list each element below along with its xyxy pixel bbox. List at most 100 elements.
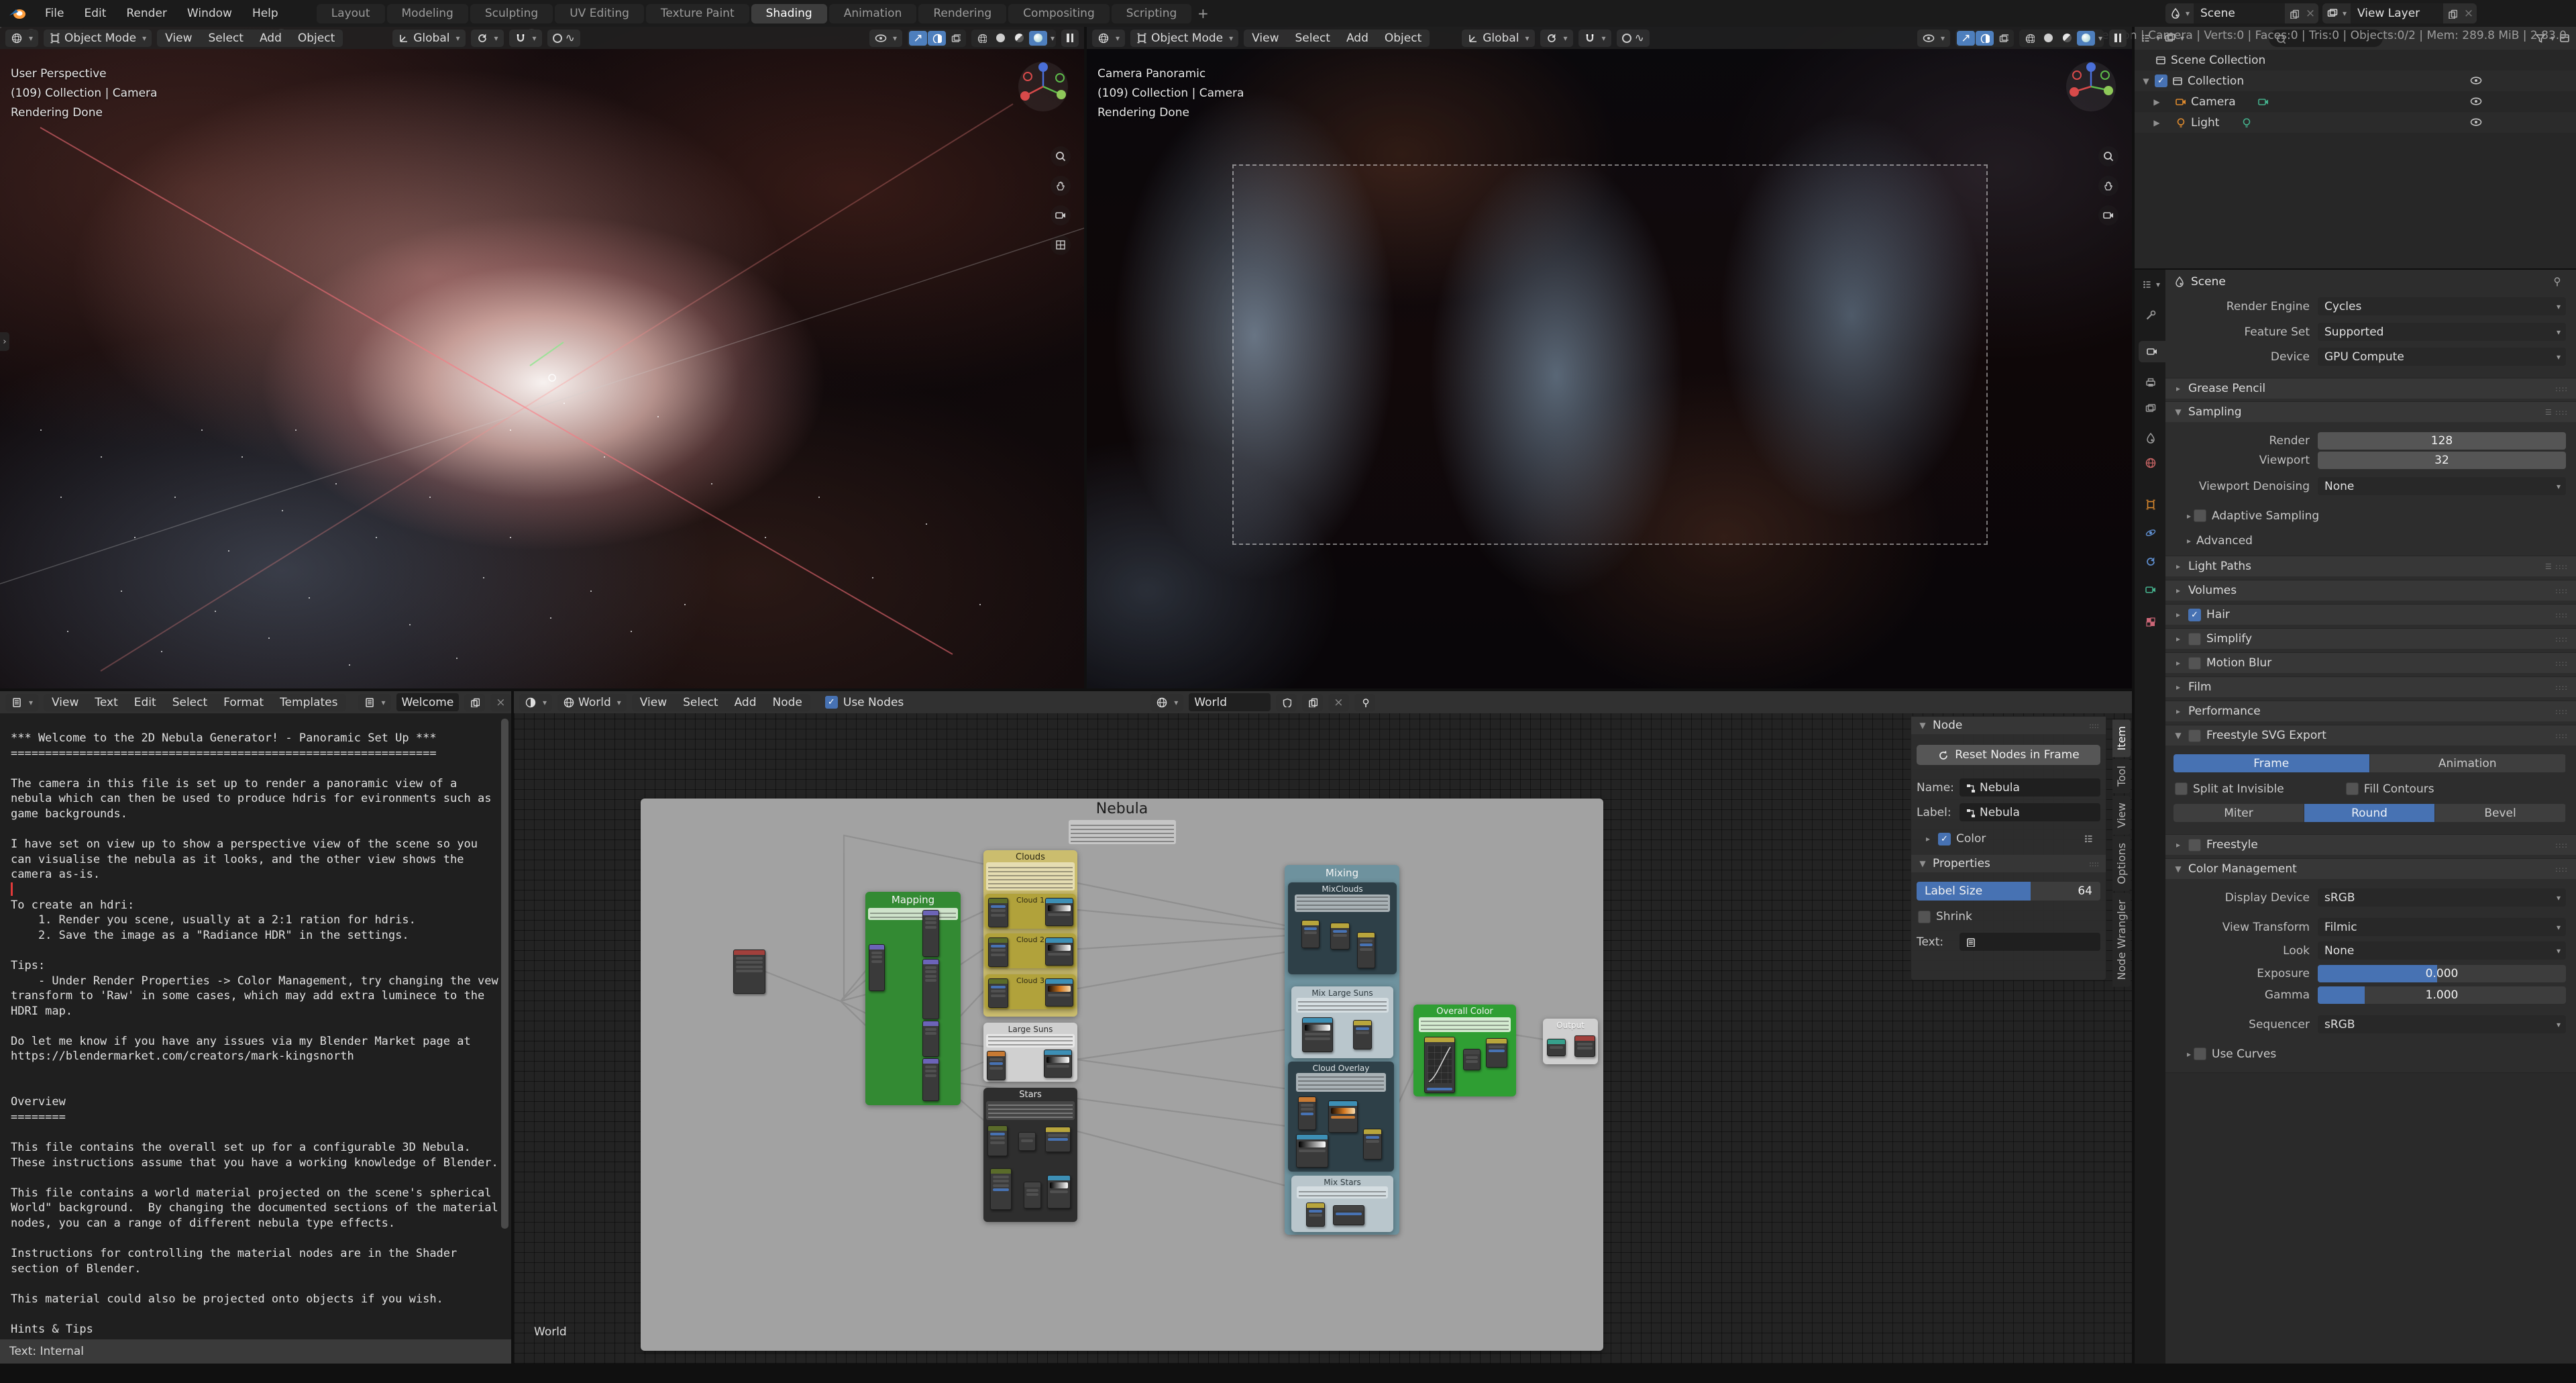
- shrink-checkbox[interactable]: [1918, 911, 1931, 923]
- render-engine-dropdown[interactable]: Cycles▾: [2318, 297, 2566, 315]
- move-view-icon[interactable]: [2098, 176, 2118, 196]
- snap-dropdown[interactable]: ▾: [509, 30, 542, 47]
- look-dropdown[interactable]: None▾: [2318, 941, 2566, 960]
- node-colorramp[interactable]: [1328, 1100, 1358, 1133]
- text-menu-item[interactable]: Select: [164, 696, 215, 709]
- navigation-gizmo[interactable]: [1017, 60, 1069, 113]
- frame-mix-stars[interactable]: Mix Stars: [1291, 1176, 1393, 1232]
- panel-freestyle-svg[interactable]: ▼Freestyle SVG Export::::: [2165, 725, 2576, 746]
- shading-solid-icon[interactable]: [2039, 31, 2057, 46]
- outliner-row-light[interactable]: ▶ Light: [2135, 112, 2576, 133]
- viewport-menu-item[interactable]: View: [1244, 32, 1287, 45]
- node-noise-texture[interactable]: [988, 937, 1008, 967]
- node-panel-header[interactable]: ▼Node::::: [1911, 717, 2106, 734]
- topbar-menu-item[interactable]: Help: [242, 0, 288, 27]
- unlink-text-icon[interactable]: ×: [490, 694, 511, 711]
- viewport-menu-item[interactable]: Add: [1338, 32, 1377, 45]
- unlink-world-icon[interactable]: ×: [1328, 694, 1348, 711]
- exposure-slider[interactable]: 0.000: [2318, 965, 2566, 982]
- sequencer-dropdown[interactable]: sRGB▾: [2318, 1015, 2566, 1033]
- subpanel-advanced[interactable]: ▸Advanced: [2165, 531, 2566, 550]
- frame-large-suns[interactable]: Large Suns: [983, 1023, 1077, 1082]
- text-menu-item[interactable]: Edit: [126, 696, 164, 709]
- node-background[interactable]: [1547, 1039, 1566, 1056]
- frame-cloud-3[interactable]: Cloud 3: [985, 974, 1076, 1009]
- node-mix-rgb[interactable]: [1301, 920, 1320, 948]
- node-mix-rgb[interactable]: [1363, 1129, 1382, 1160]
- world-datablock-icon[interactable]: ▾: [1150, 694, 1183, 711]
- gizmos-toggle[interactable]: ↗: [1957, 31, 1975, 46]
- scene-name[interactable]: Scene: [2194, 3, 2285, 23]
- color-checkbox[interactable]: ✓: [1938, 833, 1951, 846]
- shader-menu-item[interactable]: Add: [727, 696, 765, 709]
- text-content[interactable]: *** Welcome to the 2D Nebula Generator! …: [0, 713, 511, 1339]
- mode-dropdown[interactable]: Object Mode▾: [1130, 30, 1238, 47]
- snap-dropdown[interactable]: ▾: [1578, 30, 1611, 47]
- node-voronoi-texture[interactable]: [987, 1051, 1006, 1080]
- frame-cloud-overlay[interactable]: Cloud Overlay: [1288, 1062, 1394, 1172]
- color-expand-icon[interactable]: ▸: [1923, 834, 1933, 843]
- panel-sampling[interactable]: ▼Sampling☰ ::::: [2165, 401, 2576, 422]
- blender-logo-icon[interactable]: [8, 6, 28, 21]
- shader-menu-item[interactable]: View: [632, 696, 675, 709]
- editor-divider[interactable]: [2132, 27, 2135, 1364]
- frame-cloud-2[interactable]: Cloud 2: [985, 933, 1076, 968]
- panel-performance[interactable]: ▸Performance::::: [2165, 701, 2576, 721]
- viewport-menu-item[interactable]: Object: [1377, 32, 1430, 45]
- tab-view-layer[interactable]: [2140, 398, 2161, 419]
- workspace-tab[interactable]: Scripting: [1112, 4, 1192, 23]
- properties-panel-header[interactable]: ▼Properties::::: [1911, 855, 2106, 872]
- viewport-menu-item[interactable]: Select: [1287, 32, 1338, 45]
- view-transform-dropdown[interactable]: Filmic▾: [2318, 918, 2566, 936]
- expand-icon[interactable]: ▼: [2141, 76, 2151, 86]
- frame-mix-large-suns[interactable]: Mix Large Suns: [1291, 986, 1393, 1058]
- outliner-row-collection[interactable]: ▼ ✓ Collection: [2135, 70, 2576, 91]
- node-noise-texture[interactable]: [988, 898, 1008, 927]
- node-noise-texture[interactable]: [990, 1168, 1012, 1210]
- bevel-button[interactable]: Bevel: [2435, 804, 2566, 822]
- workspace-tab[interactable]: UV Editing: [555, 4, 644, 23]
- pivot-dropdown[interactable]: ▾: [1540, 30, 1573, 47]
- expand-icon[interactable]: ▶: [2141, 118, 2161, 127]
- viewport-denoising-dropdown[interactable]: None▾: [2318, 477, 2566, 495]
- node-mix-rgb[interactable]: [1353, 1020, 1372, 1049]
- viewport-samples-field[interactable]: 32: [2318, 452, 2566, 469]
- camera-frame-border[interactable]: [1232, 164, 1988, 545]
- unlink-scene-icon[interactable]: ×: [2302, 3, 2318, 23]
- visibility-dropdown[interactable]: ▾: [869, 30, 902, 47]
- editor-type-button[interactable]: ▾: [2140, 274, 2161, 295]
- shading-rendered-icon[interactable]: [1029, 31, 1047, 46]
- node-colorramp[interactable]: [1045, 937, 1073, 966]
- text-menu-item[interactable]: Templates: [272, 696, 345, 709]
- fill-contours-checkbox[interactable]: Fill Contours: [2346, 782, 2434, 796]
- camera-view-icon[interactable]: [1051, 205, 1071, 225]
- node-colorramp[interactable]: [1045, 898, 1073, 926]
- shading-material-icon[interactable]: [2058, 31, 2076, 46]
- editor-type-button[interactable]: ▾: [5, 694, 38, 711]
- topbar-menu-item[interactable]: Window: [177, 0, 242, 27]
- shading-rendered-icon[interactable]: [2077, 31, 2095, 46]
- panel-freestyle[interactable]: ▸Freestyle::::: [2165, 834, 2576, 855]
- node-rgb-curves[interactable]: [1424, 1037, 1455, 1093]
- shader-menu-item[interactable]: Select: [675, 696, 726, 709]
- ortho-toggle-icon[interactable]: [1051, 235, 1071, 255]
- tab-world[interactable]: [2140, 452, 2161, 474]
- device-dropdown[interactable]: GPU Compute▾: [2318, 348, 2566, 366]
- topbar-menu-item[interactable]: File: [35, 0, 74, 27]
- node-brightness-contrast[interactable]: [1486, 1038, 1507, 1068]
- node-mapping[interactable]: [922, 1021, 939, 1057]
- node-mapping[interactable]: [922, 1058, 939, 1101]
- sidebar-tab[interactable]: View: [2112, 796, 2131, 835]
- new-view-layer-icon[interactable]: [2443, 3, 2461, 23]
- panel-simplify[interactable]: ▸Simplify::::: [2165, 628, 2576, 649]
- color-presets-icon[interactable]: [2083, 833, 2095, 845]
- node-rgb-curves[interactable]: [1045, 1127, 1071, 1152]
- editor-type-button[interactable]: ▾: [1092, 30, 1125, 47]
- round-button[interactable]: Round: [2304, 804, 2435, 822]
- label-size-slider[interactable]: Label Size64: [1917, 882, 2100, 901]
- text-menu-item[interactable]: Text: [87, 696, 125, 709]
- move-view-icon[interactable]: [1051, 176, 1071, 196]
- overlays-toggle[interactable]: [1976, 31, 1994, 46]
- new-text-icon[interactable]: [464, 694, 485, 711]
- tab-modifiers[interactable]: [2140, 522, 2161, 544]
